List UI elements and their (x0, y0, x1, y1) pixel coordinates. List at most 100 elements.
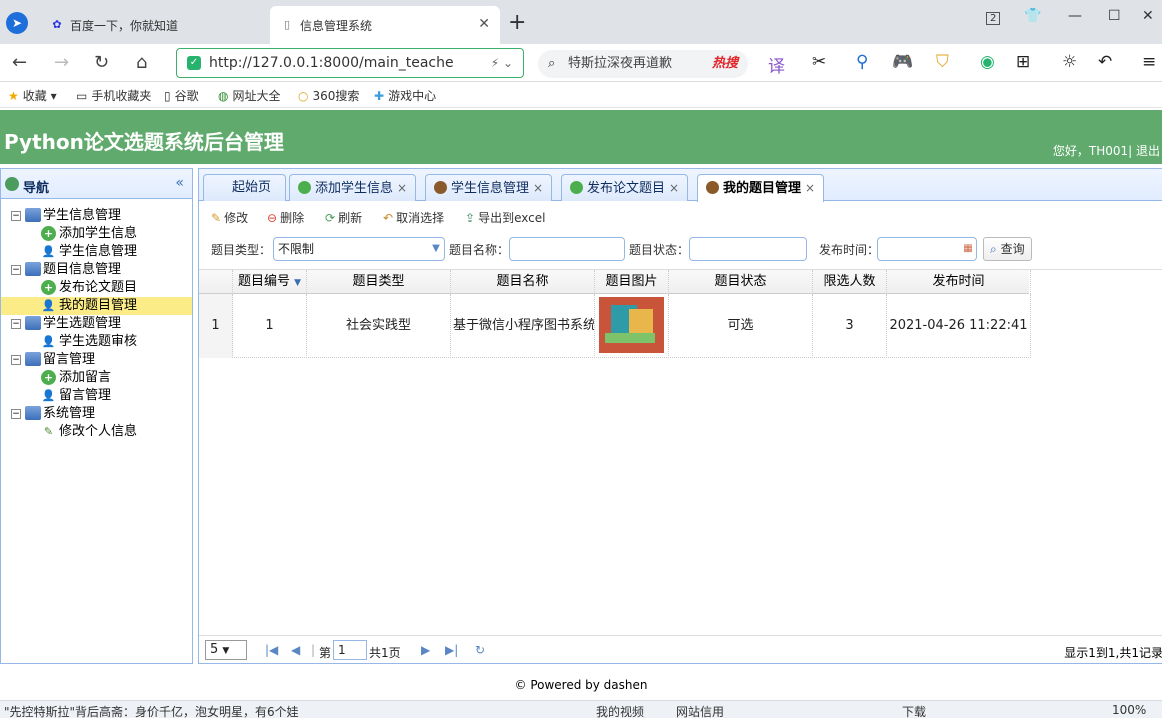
nav-item-publish-topic[interactable]: + 发布论文题目 (1, 279, 192, 297)
reload-page-icon[interactable]: ↻ (475, 643, 485, 657)
person-icon: 👤 (41, 299, 56, 312)
url-actions-icon[interactable]: ⚡ ⌄ (491, 49, 513, 77)
column-header-id[interactable]: 题目编号 ▼ (233, 270, 307, 294)
tab-add-student[interactable]: 添加学生信息 × (289, 174, 417, 201)
browser-tab-active[interactable]: ▯ 信息管理系统 ✕ (270, 6, 500, 44)
nav-item-my-topics[interactable]: 👤 我的题目管理 (1, 297, 192, 315)
search-field[interactable]: ⌕ 特斯拉深夜再道歉 热搜 (538, 50, 748, 78)
zoom-level[interactable]: 100% (1112, 703, 1146, 717)
column-header-time[interactable]: 发布时间 (887, 270, 1031, 294)
table-row[interactable]: 1 1 社会实践型 基于微信小程序图书系统 可选 3 2021-04-26 11… (199, 294, 1031, 358)
menu-icon[interactable]: ≡ (1142, 52, 1156, 72)
column-header-status[interactable]: 题目状态 (669, 270, 813, 294)
name-filter-input[interactable] (509, 237, 625, 261)
column-header-limit[interactable]: 限选人数 (813, 270, 887, 294)
collapse-left-icon[interactable]: « (175, 175, 184, 191)
monitor-icon (25, 406, 41, 420)
tab-student-manage[interactable]: 学生信息管理 × (425, 174, 553, 201)
nav-group-selection[interactable]: − 学生选题管理 (1, 315, 192, 333)
back-icon[interactable]: ← (12, 52, 27, 73)
nav-item-edit-profile[interactable]: ✎ 修改个人信息 (1, 423, 192, 441)
next-page-icon[interactable]: ▶ (421, 643, 430, 657)
bookmark-google[interactable]: ▯ 谷歌 (164, 87, 199, 104)
bookmark-mobile[interactable]: ▭ 手机收藏夹 (76, 87, 151, 104)
bookmark-360[interactable]: ○ 360搜索 (298, 87, 359, 104)
user-logout-link[interactable]: 您好，TH001| 退出 (1053, 142, 1160, 159)
delete-button[interactable]: ⊖ 删除 (267, 209, 304, 226)
green-circle-icon[interactable]: ◉ (980, 52, 995, 72)
prev-page-icon[interactable]: ◀ (291, 643, 300, 657)
refresh-button[interactable]: ⟳ 刷新 (325, 209, 362, 226)
tab-home[interactable]: 起始页 (203, 174, 287, 201)
scissors-icon[interactable]: ✂ (812, 52, 826, 72)
nav-item-add-message[interactable]: + 添加留言 (1, 369, 192, 387)
calendar-icon[interactable]: ▦ (960, 238, 976, 260)
bookmark-favorites[interactable]: ★ 收藏 ▾ (8, 87, 57, 104)
apps-grid-icon[interactable]: ⊞ (1016, 52, 1030, 72)
shield-vip-icon[interactable]: ⛉ (936, 52, 949, 72)
page-number-input[interactable]: 1 (333, 640, 367, 660)
row-number: 1 (199, 294, 233, 358)
status-filter-input[interactable] (689, 237, 807, 261)
forward-icon[interactable]: → (54, 52, 69, 73)
column-header-image[interactable]: 题目图片 (595, 270, 669, 294)
plus-icon: + (41, 370, 56, 385)
browser-tab-baidu[interactable]: ✿ 百度一下，你就知道 (40, 6, 268, 44)
first-page-icon[interactable]: |◀ (265, 643, 278, 657)
home-icon[interactable]: ⌂ (136, 52, 147, 73)
nav-group-system[interactable]: − 系统管理 (1, 405, 192, 423)
tab-close-icon[interactable]: × (805, 181, 815, 195)
tab-close-icon[interactable]: × (397, 181, 407, 195)
tree-toggle-icon[interactable]: − (11, 319, 21, 329)
maximize-icon[interactable]: ☐ (1108, 8, 1121, 24)
close-window-icon[interactable]: ✕ (1142, 8, 1154, 24)
divider: | (311, 643, 316, 657)
time-filter-input[interactable]: ▦ (877, 237, 977, 261)
cancel-select-button[interactable]: ↶ 取消选择 (383, 209, 444, 226)
edit-button[interactable]: ✎ 修改 (211, 209, 248, 226)
tree-toggle-icon[interactable]: − (11, 355, 21, 365)
tab-close-icon[interactable]: × (533, 181, 543, 195)
search-text: 特斯拉深夜再道歉 (568, 56, 673, 71)
type-filter-select[interactable]: 不限制 ▼ (273, 237, 445, 261)
sun-icon[interactable]: ☼ (1062, 52, 1077, 72)
globe-icon (5, 177, 19, 191)
tab-close-icon[interactable]: × (669, 181, 679, 195)
query-button[interactable]: ⌕ 查询 (983, 237, 1032, 261)
nav-group-message[interactable]: − 留言管理 (1, 351, 192, 369)
nav-group-student[interactable]: − 学生信息管理 (1, 207, 192, 225)
shirt-icon[interactable]: 👕 (1024, 8, 1041, 24)
column-header-name[interactable]: 题目名称 (451, 270, 595, 294)
reload-icon[interactable]: ↻ (94, 52, 109, 73)
nav-item-message-manage[interactable]: 👤 留言管理 (1, 387, 192, 405)
nav-item-student-manage[interactable]: 👤 学生信息管理 (1, 243, 192, 261)
url-field[interactable]: ✓ http://127.0.0.1:8000/main_teache ⚡ ⌄ (176, 48, 524, 78)
page-size-select[interactable]: 5 ▼ (205, 640, 247, 660)
bookmark-hao[interactable]: ◍ 网址大全 (218, 87, 281, 104)
minimize-icon[interactable]: — (1068, 8, 1082, 24)
translate-icon[interactable]: 译 (768, 52, 785, 77)
last-page-icon[interactable]: ▶| (445, 643, 458, 657)
browser-logo-icon[interactable]: ➤ (6, 12, 28, 34)
nav-item-add-student[interactable]: + 添加学生信息 (1, 225, 192, 243)
tab-my-topics[interactable]: 我的题目管理 × (697, 174, 825, 202)
close-tab-icon[interactable]: ✕ (478, 16, 490, 32)
tab-publish-topic[interactable]: 发布论文题目 × (561, 174, 689, 201)
column-header-type[interactable]: 题目类型 (307, 270, 451, 294)
export-excel-button[interactable]: ⇪ 导出到excel (465, 209, 545, 226)
nav-group-topic[interactable]: − 题目信息管理 (1, 261, 192, 279)
bookmark-games[interactable]: ✚ 游戏中心 (374, 87, 436, 104)
site-credit-link[interactable]: 网站信用 (676, 703, 724, 718)
my-video-link[interactable]: 我的视频 (596, 703, 644, 718)
download-link[interactable]: 下载 (902, 703, 926, 718)
new-tab-button[interactable]: + (508, 10, 526, 35)
tree-toggle-icon[interactable]: − (11, 211, 21, 221)
undo-icon[interactable]: ↶ (1098, 52, 1112, 72)
nav-item-selection-review[interactable]: 👤 学生选题审核 (1, 333, 192, 351)
game-icon[interactable]: 🎮 (892, 52, 913, 72)
tree-toggle-icon[interactable]: − (11, 265, 21, 275)
tree-toggle-icon[interactable]: − (11, 409, 21, 419)
magnifier-icon[interactable]: ⚲ (856, 52, 868, 72)
tab-count-badge[interactable]: 2 (986, 12, 1001, 25)
news-ticker[interactable]: "先控特斯拉"背后高斋：身价千亿，泡女明星，有6个娃 (4, 703, 299, 718)
